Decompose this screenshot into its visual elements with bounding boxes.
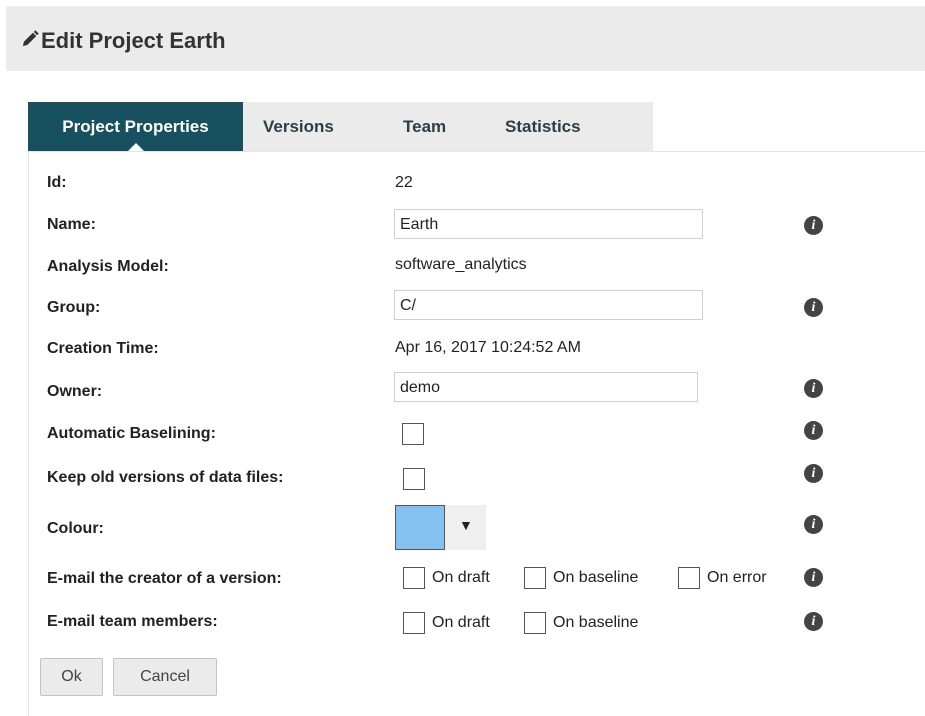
email-creator-error-checkbox[interactable] (678, 567, 700, 589)
page-header: Edit Project Earth (6, 6, 925, 71)
tab-team[interactable]: Team (403, 102, 446, 151)
automatic-baselining-info-icon[interactable]: i (804, 421, 823, 440)
pencil-icon (22, 30, 39, 47)
panel-top-border (28, 151, 925, 152)
page-title: Edit Project Earth (41, 28, 226, 53)
creation-time-value: Apr 16, 2017 10:24:52 AM (395, 339, 581, 356)
colour-dropdown-button[interactable]: ▼ (445, 505, 486, 550)
tab-bar: Project Properties Versions Team Statist… (28, 102, 653, 151)
group-label: Group: (47, 299, 101, 316)
email-creator-baseline-label: On baseline (553, 569, 639, 586)
email-creator-draft-checkbox[interactable] (403, 567, 425, 589)
owner-input[interactable] (394, 372, 698, 402)
colour-label: Colour: (47, 520, 104, 537)
name-input[interactable] (394, 209, 703, 239)
owner-label: Owner: (47, 383, 103, 400)
creation-time-label: Creation Time: (47, 340, 159, 357)
email-team-label: E-mail team members: (47, 613, 218, 630)
colour-info-icon[interactable]: i (804, 515, 823, 534)
email-creator-info-icon[interactable]: i (804, 568, 823, 587)
email-team-info-icon[interactable]: i (804, 612, 823, 631)
email-creator-label: E-mail the creator of a version: (47, 570, 282, 587)
keep-old-versions-info-icon[interactable]: i (804, 464, 823, 483)
email-team-draft-label: On draft (432, 614, 490, 631)
analysis-model-value: software_analytics (395, 256, 527, 273)
colour-swatch[interactable] (395, 505, 445, 550)
cancel-button[interactable]: Cancel (113, 658, 217, 696)
name-label: Name: (47, 216, 96, 233)
panel-left-border (28, 151, 29, 716)
tab-versions[interactable]: Versions (263, 102, 334, 151)
keep-old-versions-checkbox[interactable] (403, 468, 425, 490)
group-input[interactable] (394, 290, 703, 320)
email-team-baseline-label: On baseline (553, 614, 639, 631)
email-team-baseline-checkbox[interactable] (524, 612, 546, 634)
name-info-icon[interactable]: i (804, 216, 823, 235)
id-label: Id: (47, 174, 67, 191)
email-creator-draft-label: On draft (432, 569, 490, 586)
keep-old-versions-label: Keep old versions of data files: (47, 469, 284, 486)
group-info-icon[interactable]: i (804, 298, 823, 317)
tab-statistics[interactable]: Statistics (505, 102, 581, 151)
email-team-draft-checkbox[interactable] (403, 612, 425, 634)
automatic-baselining-checkbox[interactable] (402, 423, 424, 445)
chevron-down-icon: ▼ (459, 517, 473, 533)
owner-info-icon[interactable]: i (804, 379, 823, 398)
email-creator-baseline-checkbox[interactable] (524, 567, 546, 589)
id-value: 22 (395, 174, 413, 191)
ok-button[interactable]: Ok (40, 658, 103, 696)
tab-project-properties[interactable]: Project Properties (28, 102, 243, 151)
analysis-model-label: Analysis Model: (47, 258, 169, 275)
email-creator-error-label: On error (707, 569, 767, 586)
automatic-baselining-label: Automatic Baselining: (47, 425, 216, 442)
